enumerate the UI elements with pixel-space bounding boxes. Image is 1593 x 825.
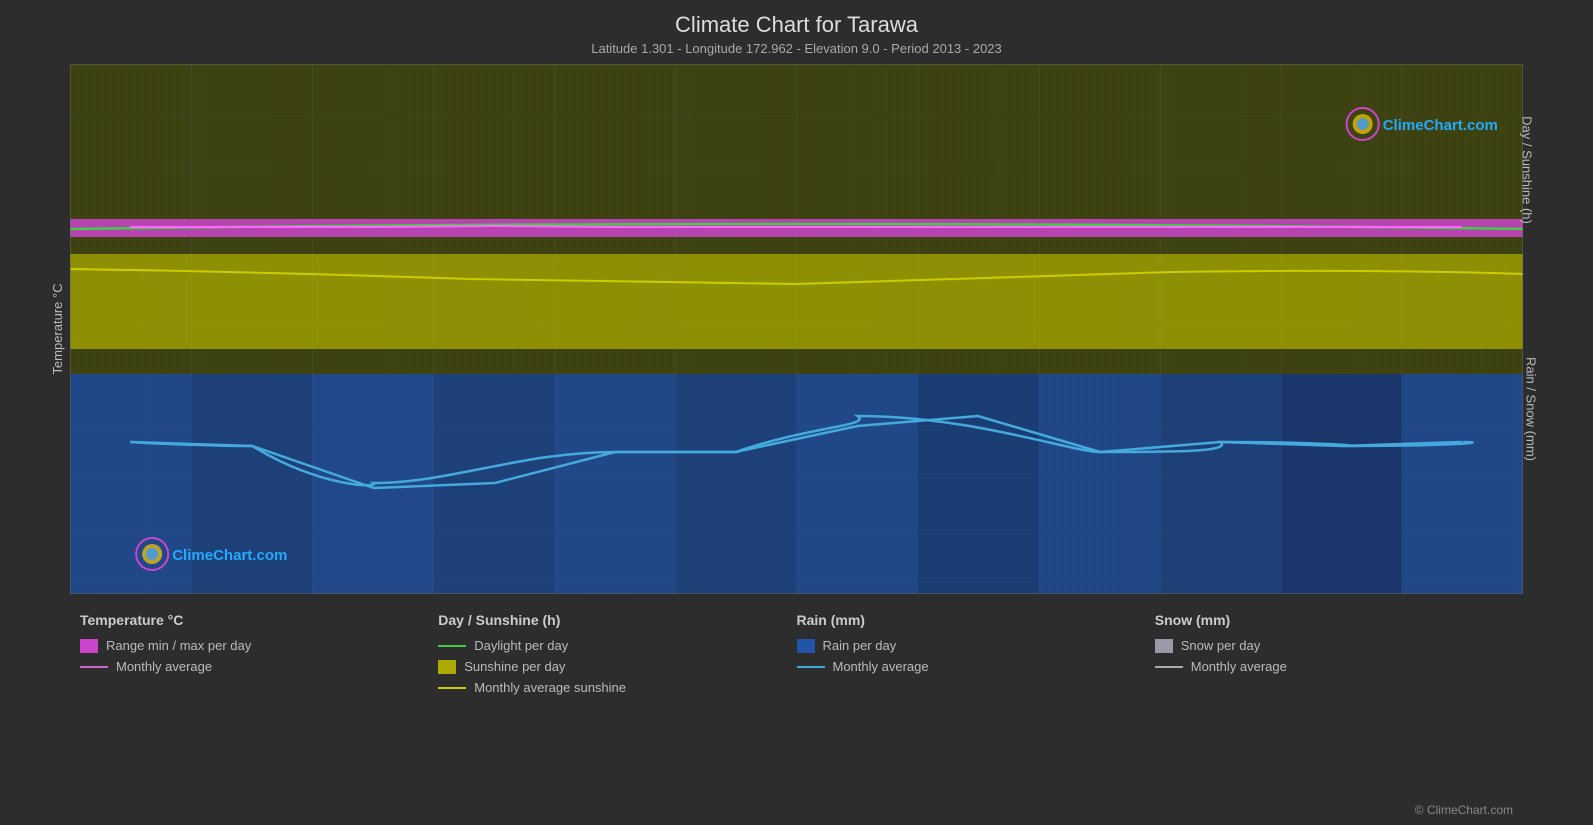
legend-item-temp-avg: Monthly average	[80, 659, 438, 674]
legend-swatch-snow	[1155, 639, 1173, 653]
legend-item-sunshine-avg: Monthly average sunshine	[438, 680, 796, 695]
legend-swatch-rain-avg	[797, 666, 825, 668]
legend-swatch-sunshine-avg	[438, 687, 466, 689]
right-axis-label-bottom: Rain / Snow (mm)	[1523, 356, 1538, 460]
legend-swatch-snow-avg	[1155, 666, 1183, 668]
chart-header: Climate Chart for Tarawa Latitude 1.301 …	[0, 0, 1593, 56]
legend-title-rain: Rain (mm)	[797, 612, 1155, 628]
legend-label-temp-range: Range min / max per day	[106, 638, 251, 653]
legend-swatch-temp-range	[80, 639, 98, 653]
legend-item-temp-range: Range min / max per day	[80, 638, 438, 653]
legend-label-rain-avg: Monthly average	[833, 659, 929, 674]
legend-title-sunshine: Day / Sunshine (h)	[438, 612, 796, 628]
legend-label-snow-avg: Monthly average	[1191, 659, 1287, 674]
legend-col-sunshine: Day / Sunshine (h) Daylight per day Suns…	[438, 612, 796, 695]
legend-swatch-temp-avg	[80, 666, 108, 668]
copyright-watermark: © ClimeChart.com	[1415, 803, 1513, 817]
chart-title: Climate Chart for Tarawa	[0, 12, 1593, 38]
svg-text:ClimeChart.com: ClimeChart.com	[1383, 117, 1498, 134]
legend-title-snow: Snow (mm)	[1155, 612, 1513, 628]
legend-item-rain: Rain per day	[797, 638, 1155, 653]
legend-col-rain: Rain (mm) Rain per day Monthly average	[797, 612, 1155, 695]
legend-item-snow: Snow per day	[1155, 638, 1513, 653]
legend-item-daylight: Daylight per day	[438, 638, 796, 653]
legend-label-sunshine-avg: Monthly average sunshine	[474, 680, 626, 695]
svg-text:ClimeChart.com: ClimeChart.com	[172, 547, 287, 564]
legend-item-rain-avg: Monthly average	[797, 659, 1155, 674]
legend-area: Temperature °C Range min / max per day M…	[0, 604, 1593, 700]
legend-col-temperature: Temperature °C Range min / max per day M…	[80, 612, 438, 695]
chart-area: Temperature °C Day / Sunshine (h) Rain /…	[70, 64, 1523, 594]
legend-label-sunshine: Sunshine per day	[464, 659, 565, 674]
legend-item-snow-avg: Monthly average	[1155, 659, 1513, 674]
legend-label-snow: Snow per day	[1181, 638, 1261, 653]
legend-label-temp-avg: Monthly average	[116, 659, 212, 674]
legend-swatch-sunshine	[438, 660, 456, 674]
chart-subtitle: Latitude 1.301 - Longitude 172.962 - Ele…	[0, 41, 1593, 56]
legend-label-rain: Rain per day	[823, 638, 897, 653]
left-axis-label: Temperature °C	[50, 283, 65, 374]
legend-item-sunshine: Sunshine per day	[438, 659, 796, 674]
legend-swatch-daylight	[438, 645, 466, 647]
legend-col-snow: Snow (mm) Snow per day Monthly average	[1155, 612, 1513, 695]
right-axis-label-top: Day / Sunshine (h)	[1520, 116, 1535, 224]
page-wrapper: Climate Chart for Tarawa Latitude 1.301 …	[0, 0, 1593, 825]
main-chart-svg: 50 40 30 20 10 0 0 -10 -20 -30 -40 24 18…	[70, 64, 1523, 594]
legend-title-temperature: Temperature °C	[80, 612, 438, 628]
legend-swatch-rain	[797, 639, 815, 653]
legend-label-daylight: Daylight per day	[474, 638, 568, 653]
